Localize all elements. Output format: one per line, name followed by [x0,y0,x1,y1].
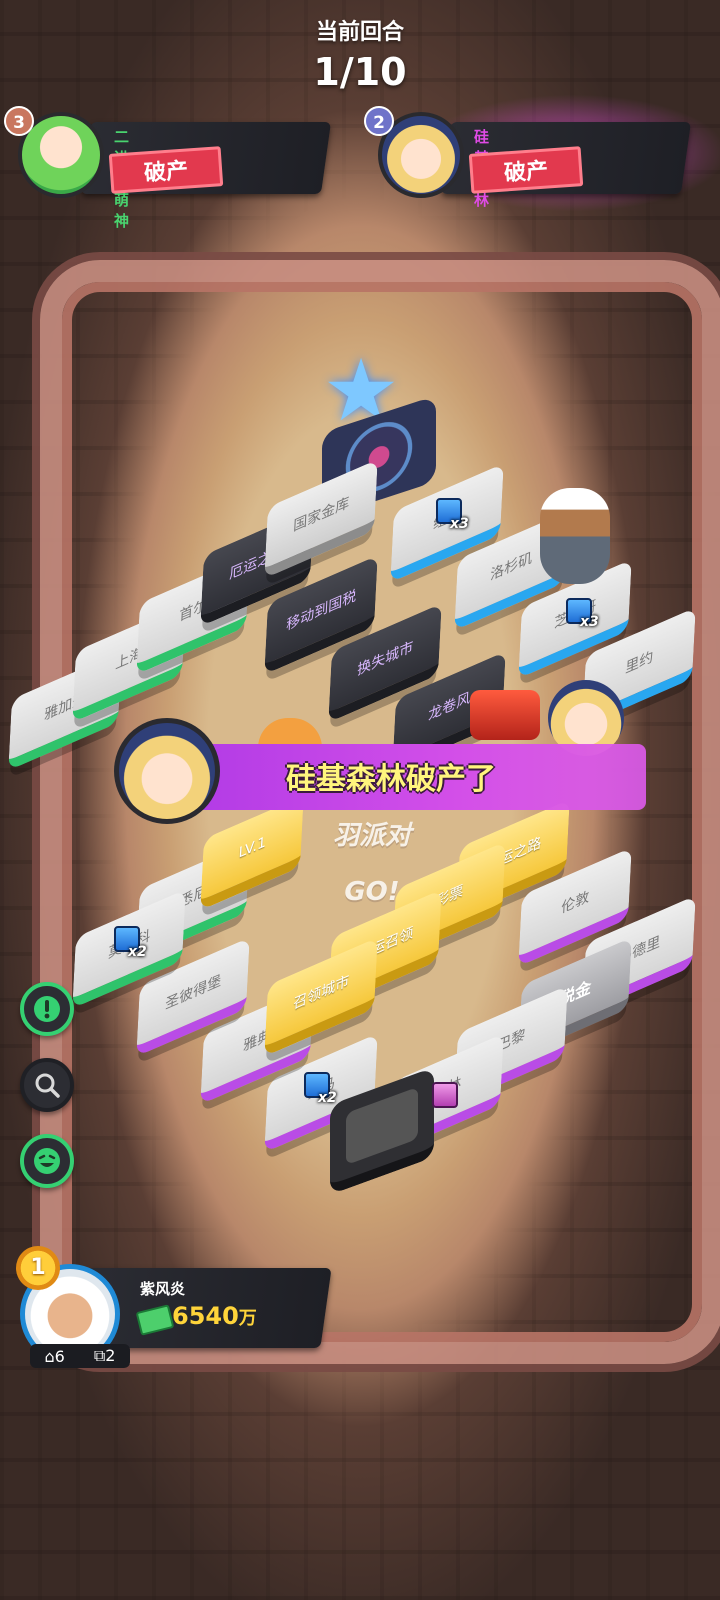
tile-claim-city[interactable]: 召领城市 [264,937,378,1057]
emoji-icon [34,1148,60,1174]
tile-label: 国家金库 [292,494,350,536]
tile-label: 里约 [624,648,654,678]
tile-label: 伦敦 [560,888,590,918]
multiplier-badge: x3 [450,516,469,532]
player-name: 紫风炎 [140,1280,186,1298]
banner-avatar [114,718,220,824]
tile-label: 移动到国税 [285,587,357,635]
card-count-value: 2 [105,1346,116,1365]
tile-label: 召领城市 [292,972,350,1014]
house-count-value: 6 [54,1346,65,1366]
player-token-sheikh [540,488,610,584]
alert-button[interactable] [20,982,74,1036]
emoji-button[interactable] [20,1134,74,1188]
level-label: LV.1 [238,833,267,863]
dice-machine-icon [470,690,540,740]
money-unit: 万 [238,1308,257,1329]
card-icon: ⧉ [93,1346,106,1365]
multiplier-badge: x2 [318,1090,337,1106]
money-amount: 6540万 [172,1302,257,1330]
rank-crown-badge: 1 [16,1246,60,1290]
money-value: 6540 [172,1302,239,1330]
banner-text: 硅基森林破产了 [286,762,496,797]
alert-icon [34,996,60,1022]
search-icon [35,1073,60,1098]
player-stats: ⌂6 ⧉2 [30,1344,130,1368]
tile-label: 圣彼得堡 [164,972,222,1014]
my-player-card[interactable]: 1 紫风炎 6540万 ⌂6 ⧉2 [16,1246,336,1376]
house-icon: ⌂ [44,1346,55,1366]
multiplier-badge: x2 [128,944,147,960]
house-count: ⌂6 [45,1347,65,1366]
tile-label: 洛杉矶 [489,549,533,585]
search-button[interactable] [20,1058,74,1112]
tile-label: 龙卷风 [427,689,471,725]
tile-owned-city[interactable]: LV.1 [200,795,304,911]
multiplier-badge: x3 [580,614,599,630]
card-count: ⧉2 [94,1346,116,1366]
building-icon [432,1082,458,1108]
game-logo: 羽派对 GO! [332,821,411,907]
tile-label: 换失城市 [356,638,414,680]
bankrupt-banner: 硅基森林破产了 [176,744,646,810]
tile-national-treasury[interactable]: 国家金库 [264,459,378,579]
